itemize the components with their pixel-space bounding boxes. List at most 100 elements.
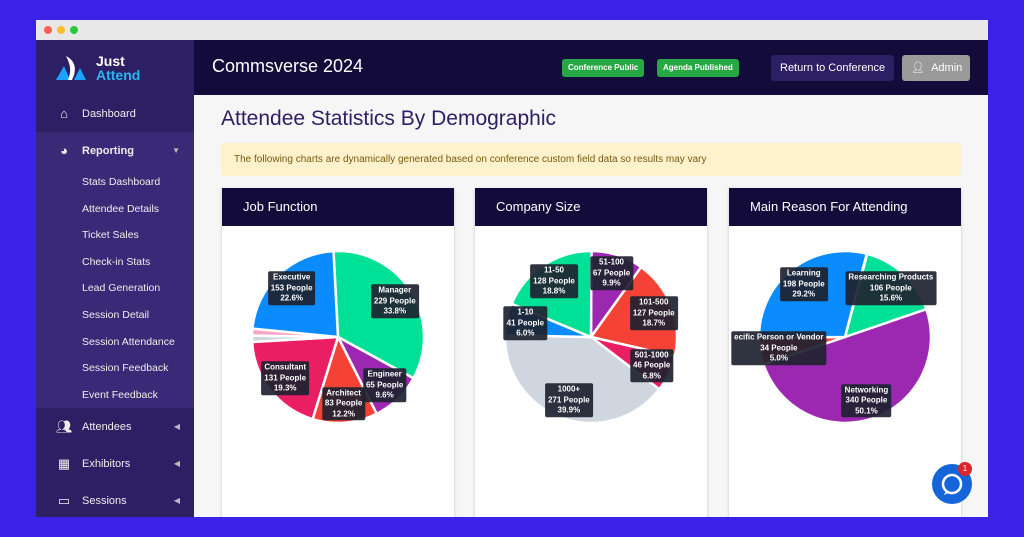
slice-label-label: Executive [272,272,311,282]
sidebar-item-reporting[interactable]: ◕ Reporting ▼ [36,132,194,169]
sidebar-subitem[interactable]: Session Attendance [36,329,194,356]
caret-left-icon: ◀ [173,422,180,432]
sidebar: Just Attend ⌂ Dashboard ◕ Reporting ▼ Stats … [36,40,194,517]
sidebar-item-label: Dashboard [82,107,136,120]
just-attend-logo-icon [56,55,86,80]
slice-label-label: Engineer [367,369,402,379]
slice-label-label: Architect [326,388,361,398]
return-to-conference-button[interactable]: Return to Conference [771,55,895,81]
sidebar-subitem[interactable]: Check-in Stats [36,249,194,276]
sidebar-item-label: Attendees [82,420,132,433]
slice-label-pct: 9.6% [375,390,394,400]
card-title: Company Size [475,188,707,226]
sidebar-subitem[interactable]: Session Feedback [36,355,194,382]
slice-label-pct: 50.1% [855,405,878,415]
window-titlebar [36,20,988,40]
slice-label-label: Consultant [264,362,307,372]
slice-label-label: 501-1000 [634,349,669,359]
brand-line1: Just [96,52,125,69]
slice-label-pct: 6.8% [642,370,661,380]
pie-chart-icon: ◕ [60,143,68,158]
slice-label-people: 340 People [845,395,888,405]
slice-label-label: Learning [786,268,821,278]
slice-label-pct: 18.8% [542,286,566,296]
caret-left-icon: ◀ [173,496,180,506]
slice-label-people: 34 People [760,342,798,352]
conference-public-badge: Conference Public [562,59,645,77]
slice-label-people: 65 People [365,379,404,389]
slice-label-label: 101-500 [639,297,669,307]
sidebar-item-attendees[interactable]: 👥︎ Attendees ◀ [36,408,194,445]
slice-label: Executive 153 People 22.6% [267,271,316,306]
slice-label: Consultant 131 People 19.3% [261,361,310,396]
slice-label-pct: 5.0% [769,353,788,363]
slice-label-label: Researching Products [848,272,934,282]
slice-label-label: ecific Person or Vendor [734,332,824,342]
slice-label-pct: 22.6% [280,293,304,303]
minimize-window-button[interactable] [57,26,65,34]
sidebar-subitem[interactable]: Attendee Details [36,196,194,223]
chat-notification-badge: 1 [958,462,972,476]
slice-label: Architect 83 People 12.2% [321,387,366,421]
company-size-card: Company Size 51-100 67 People 9.9% 101-500 12… [475,188,707,517]
pie-chart [757,249,933,425]
sidebar-subitem[interactable]: Stats Dashboard [36,169,194,196]
slice-label-label: 1000+ [557,384,581,394]
slice-label-people: 83 People [324,398,363,408]
slice-label-label: Networking [844,384,889,394]
admin-label: Admin [931,62,963,74]
slice-label-pct: 19.3% [273,383,297,393]
slice-label: 101-500 127 People 18.7% [629,296,678,331]
slice-label: ecific Person or Vendor 34 People 5.0% [731,331,827,365]
maximize-window-button[interactable] [70,26,78,34]
agenda-published-badge: Agenda Published [657,59,739,77]
slice-label-pct: 39.9% [557,405,581,415]
brand-line2: Attend [96,66,141,83]
pie-chart [250,249,426,425]
sidebar-item-sessions[interactable]: ▭ Sessions ◀ [36,482,194,517]
slice-label: 51-100 67 People 9.9% [589,256,634,290]
main-content: Attendee Statistics By Demographic The f… [194,95,988,517]
slice-label: Engineer 65 People 9.6% [362,368,407,402]
logo[interactable]: Just Attend [36,40,194,95]
sidebar-item-dashboard[interactable]: ⌂ Dashboard [36,95,194,132]
slice-label-pct: 18.7% [642,318,666,328]
slice-label-people: 131 People [264,373,307,383]
slice-label-pct: 33.8% [383,306,407,316]
caret-left-icon: ◀ [173,459,180,469]
user-icon: 👤︎ [911,62,925,74]
users-icon: 👥︎ [56,418,73,434]
slice-label-pct: 12.2% [332,409,355,419]
sidebar-item-label: Sessions [82,494,127,507]
card-title: Job Function [222,188,454,226]
job-function-card: Job Function Manager 229 People 33.8% Engine… [222,188,454,517]
slice-label-people: 46 People [633,360,671,370]
slice-label-label: 1-10 [517,307,534,317]
card-title: Main Reason For Attending [729,188,961,226]
sidebar-subitem[interactable]: Session Detail [36,302,194,329]
sidebar-subitem[interactable]: Lead Generation [36,275,194,302]
sidebar-subitem[interactable]: Event Feedback [36,382,194,409]
sidebar-item-label: Exhibitors [82,457,131,470]
slice-label-people: 67 People [592,267,631,277]
close-window-button[interactable] [44,26,52,34]
exhibitors-icon: ▦ [57,455,71,471]
slice-label: Manager 229 People 33.8% [370,284,419,319]
main-reason-card: Main Reason For Attending Researching Pro… [729,188,961,517]
slice-label-people: 106 People [869,282,912,292]
sidebar-item-exhibitors[interactable]: ▦ Exhibitors ◀ [36,445,194,482]
slice-label-people: 127 People [632,308,675,318]
slice-label-label: 11-50 [543,265,564,275]
home-icon: ⌂ [60,106,68,121]
slice-label-label: 51-100 [599,257,624,267]
slice-label-people: 198 People [782,278,825,288]
slice-label-label: Manager [378,285,412,295]
sidebar-item-label: Reporting [82,144,134,157]
page-title: Attendee Statistics By Demographic [221,107,556,130]
slice-label-pct: 9.9% [602,278,621,288]
reporting-section: ◕ Reporting ▼ Stats Dashboard Attendee Deta… [36,132,194,409]
admin-button[interactable]: 👤︎ Admin [902,55,970,81]
slice-label-people: 128 People [533,275,575,285]
sidebar-subitem[interactable]: Ticket Sales [36,222,194,249]
caret-down-icon: ▼ [172,146,180,155]
